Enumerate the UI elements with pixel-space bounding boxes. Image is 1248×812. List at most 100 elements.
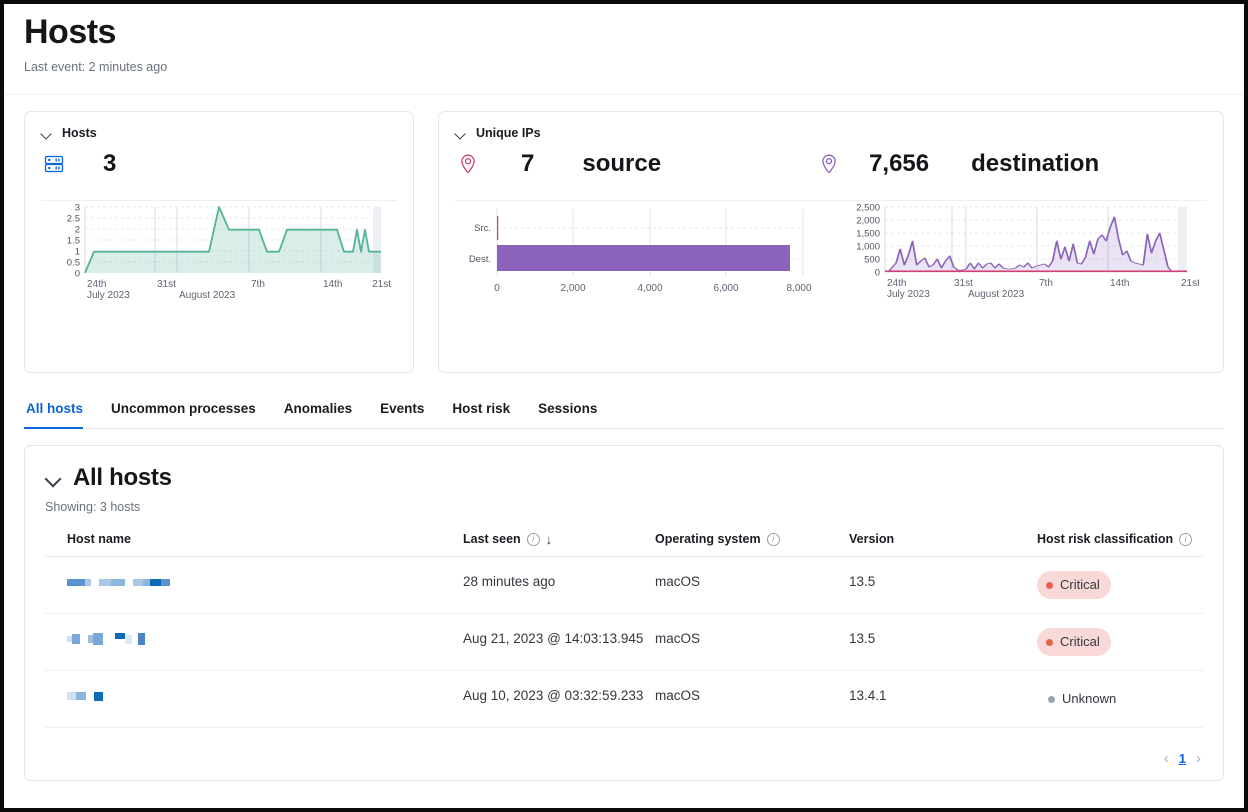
- status-dot-icon: [1046, 639, 1053, 646]
- svg-text:August 2023: August 2023: [968, 289, 1025, 300]
- server-rack-icon: [41, 151, 67, 177]
- pagination-next-icon[interactable]: ›: [1196, 750, 1201, 767]
- svg-text:1: 1: [75, 247, 80, 258]
- status-badge: Unknown: [1037, 685, 1127, 713]
- unique-ips-stat-row: 7 source 7,656 destination: [455, 150, 1207, 178]
- svg-text:0: 0: [75, 269, 80, 280]
- table-row[interactable]: Aug 21, 2023 @ 14:03:13.945 macOS 13.5 C…: [45, 614, 1203, 671]
- table-header-row: Host name Last seen i ↓ Operating syste: [45, 532, 1203, 557]
- cell-last-seen: 28 minutes ago: [463, 557, 655, 614]
- app-screen: Hosts Last event: 2 minutes ago Hosts: [4, 4, 1244, 808]
- cell-last-seen: Aug 21, 2023 @ 14:03:13.945: [463, 614, 655, 671]
- cell-host-name[interactable]: [45, 614, 463, 671]
- column-header-host-risk-classification[interactable]: Host risk classification i: [1037, 532, 1203, 557]
- source-ip-count-value: 7: [521, 150, 534, 178]
- svg-text:July 2023: July 2023: [87, 290, 130, 301]
- unique-ips-card: Unique IPs 7 source 7,656: [438, 111, 1224, 373]
- source-ip-label: source: [582, 150, 661, 178]
- all-hosts-panel: All hosts Showing: 3 hosts Host name Las…: [24, 445, 1224, 781]
- status-dot-icon: [1048, 696, 1055, 703]
- svg-text:2: 2: [75, 225, 80, 236]
- column-label: Operating system: [655, 532, 761, 546]
- unique-ips-charts: Src. Dest. 0 2,000 4,000 6,000 8,000: [455, 201, 1207, 311]
- unique-ips-card-title: Unique IPs: [476, 126, 541, 140]
- column-label: Version: [849, 532, 894, 546]
- svg-text:0: 0: [494, 283, 500, 294]
- svg-text:1.5: 1.5: [67, 236, 80, 247]
- info-icon[interactable]: i: [527, 533, 540, 546]
- all-hosts-title-row[interactable]: All hosts: [45, 464, 1203, 492]
- all-hosts-panel-header: All hosts Showing: 3 hosts Host name Las…: [25, 446, 1223, 728]
- status-badge: Critical: [1037, 571, 1111, 599]
- chevron-down-icon[interactable]: [45, 469, 63, 487]
- svg-text:8,000: 8,000: [786, 283, 811, 294]
- cell-host-name[interactable]: [45, 557, 463, 614]
- cell-operating-system: macOS: [655, 671, 849, 728]
- svg-text:August 2023: August 2023: [179, 290, 236, 301]
- column-header-last-seen[interactable]: Last seen i ↓: [463, 532, 655, 557]
- hosts-count-value: 3: [103, 150, 116, 178]
- unique-ips-card-header[interactable]: Unique IPs: [455, 126, 1207, 140]
- column-header-host-name[interactable]: Host name: [45, 532, 463, 557]
- column-label: Host name: [67, 532, 131, 546]
- cell-operating-system: macOS: [655, 614, 849, 671]
- destination-ip-count-value: 7,656: [869, 150, 929, 178]
- status-badge-label: Unknown: [1062, 688, 1116, 710]
- svg-text:2,000: 2,000: [560, 283, 585, 294]
- info-icon[interactable]: i: [1179, 533, 1192, 546]
- pagination-previous-icon[interactable]: ‹: [1164, 750, 1169, 767]
- column-label: Host risk classification: [1037, 532, 1173, 546]
- unique-ips-over-time-chart: 2,500 2,000 1,500 1,000 500 0 24th July …: [839, 201, 1199, 311]
- tab-sessions[interactable]: Sessions: [524, 395, 611, 429]
- svg-text:31st: 31st: [954, 278, 973, 289]
- hosts-card-header[interactable]: Hosts: [41, 126, 397, 140]
- svg-text:14th: 14th: [1110, 278, 1129, 289]
- cell-operating-system: macOS: [655, 557, 849, 614]
- column-header-operating-system[interactable]: Operating system i: [655, 532, 849, 557]
- cell-version: 13.5: [849, 557, 1037, 614]
- svg-text:500: 500: [864, 255, 880, 266]
- chevron-down-icon[interactable]: [41, 127, 54, 140]
- cell-version: 13.5: [849, 614, 1037, 671]
- tab-uncommon-processes[interactable]: Uncommon processes: [97, 395, 270, 429]
- cell-host-risk: Critical: [1037, 614, 1203, 671]
- table-row[interactable]: Aug 10, 2023 @ 03:32:59.233 macOS 13.4.1…: [45, 671, 1203, 728]
- hosts-over-time-chart: 3 2.5 2 1.5 1 0.5 0 24th July 2023 31st …: [41, 201, 397, 311]
- svg-text:1,500: 1,500: [856, 229, 880, 240]
- hosts-card-title: Hosts: [62, 126, 97, 140]
- column-label: Last seen: [463, 532, 521, 546]
- cell-version: 13.4.1: [849, 671, 1037, 728]
- last-event-label: Last event: 2 minutes ago: [24, 60, 1224, 74]
- svg-text:7th: 7th: [251, 279, 265, 290]
- tab-events[interactable]: Events: [366, 395, 438, 429]
- svg-text:24th: 24th: [887, 278, 906, 289]
- svg-text:6,000: 6,000: [713, 283, 738, 294]
- svg-text:14th: 14th: [323, 279, 342, 290]
- table-row[interactable]: 28 minutes ago macOS 13.5 Critical: [45, 557, 1203, 614]
- pagination-page-1[interactable]: 1: [1179, 751, 1186, 766]
- tab-all-hosts[interactable]: All hosts: [24, 395, 97, 429]
- svg-text:0.5: 0.5: [67, 258, 80, 269]
- hosts-table: Host name Last seen i ↓ Operating syste: [45, 532, 1203, 728]
- column-header-version[interactable]: Version: [849, 532, 1037, 557]
- svg-text:21st: 21st: [1181, 278, 1199, 289]
- all-hosts-title: All hosts: [73, 464, 172, 492]
- hosts-card: Hosts 3: [24, 111, 414, 373]
- unique-ips-bar-chart: Src. Dest. 0 2,000 4,000 6,000 8,000: [455, 201, 825, 311]
- info-icon[interactable]: i: [767, 533, 780, 546]
- svg-text:2,500: 2,500: [856, 203, 880, 214]
- svg-text:July 2023: July 2023: [887, 289, 930, 300]
- svg-text:2.5: 2.5: [67, 214, 80, 225]
- tab-anomalies[interactable]: Anomalies: [270, 395, 366, 429]
- showing-count-label: Showing: 3 hosts: [45, 500, 1203, 514]
- cell-host-risk: Unknown: [1037, 671, 1203, 728]
- tab-host-risk[interactable]: Host risk: [438, 395, 524, 429]
- cell-host-name[interactable]: [45, 671, 463, 728]
- chevron-down-icon[interactable]: [455, 127, 468, 140]
- map-pin-icon: [816, 151, 842, 177]
- svg-text:24th: 24th: [87, 279, 106, 290]
- svg-text:1,000: 1,000: [856, 242, 880, 253]
- page-header: Hosts Last event: 2 minutes ago: [4, 4, 1244, 74]
- destination-ip-label: destination: [971, 150, 1099, 178]
- sort-descending-icon[interactable]: ↓: [546, 533, 553, 546]
